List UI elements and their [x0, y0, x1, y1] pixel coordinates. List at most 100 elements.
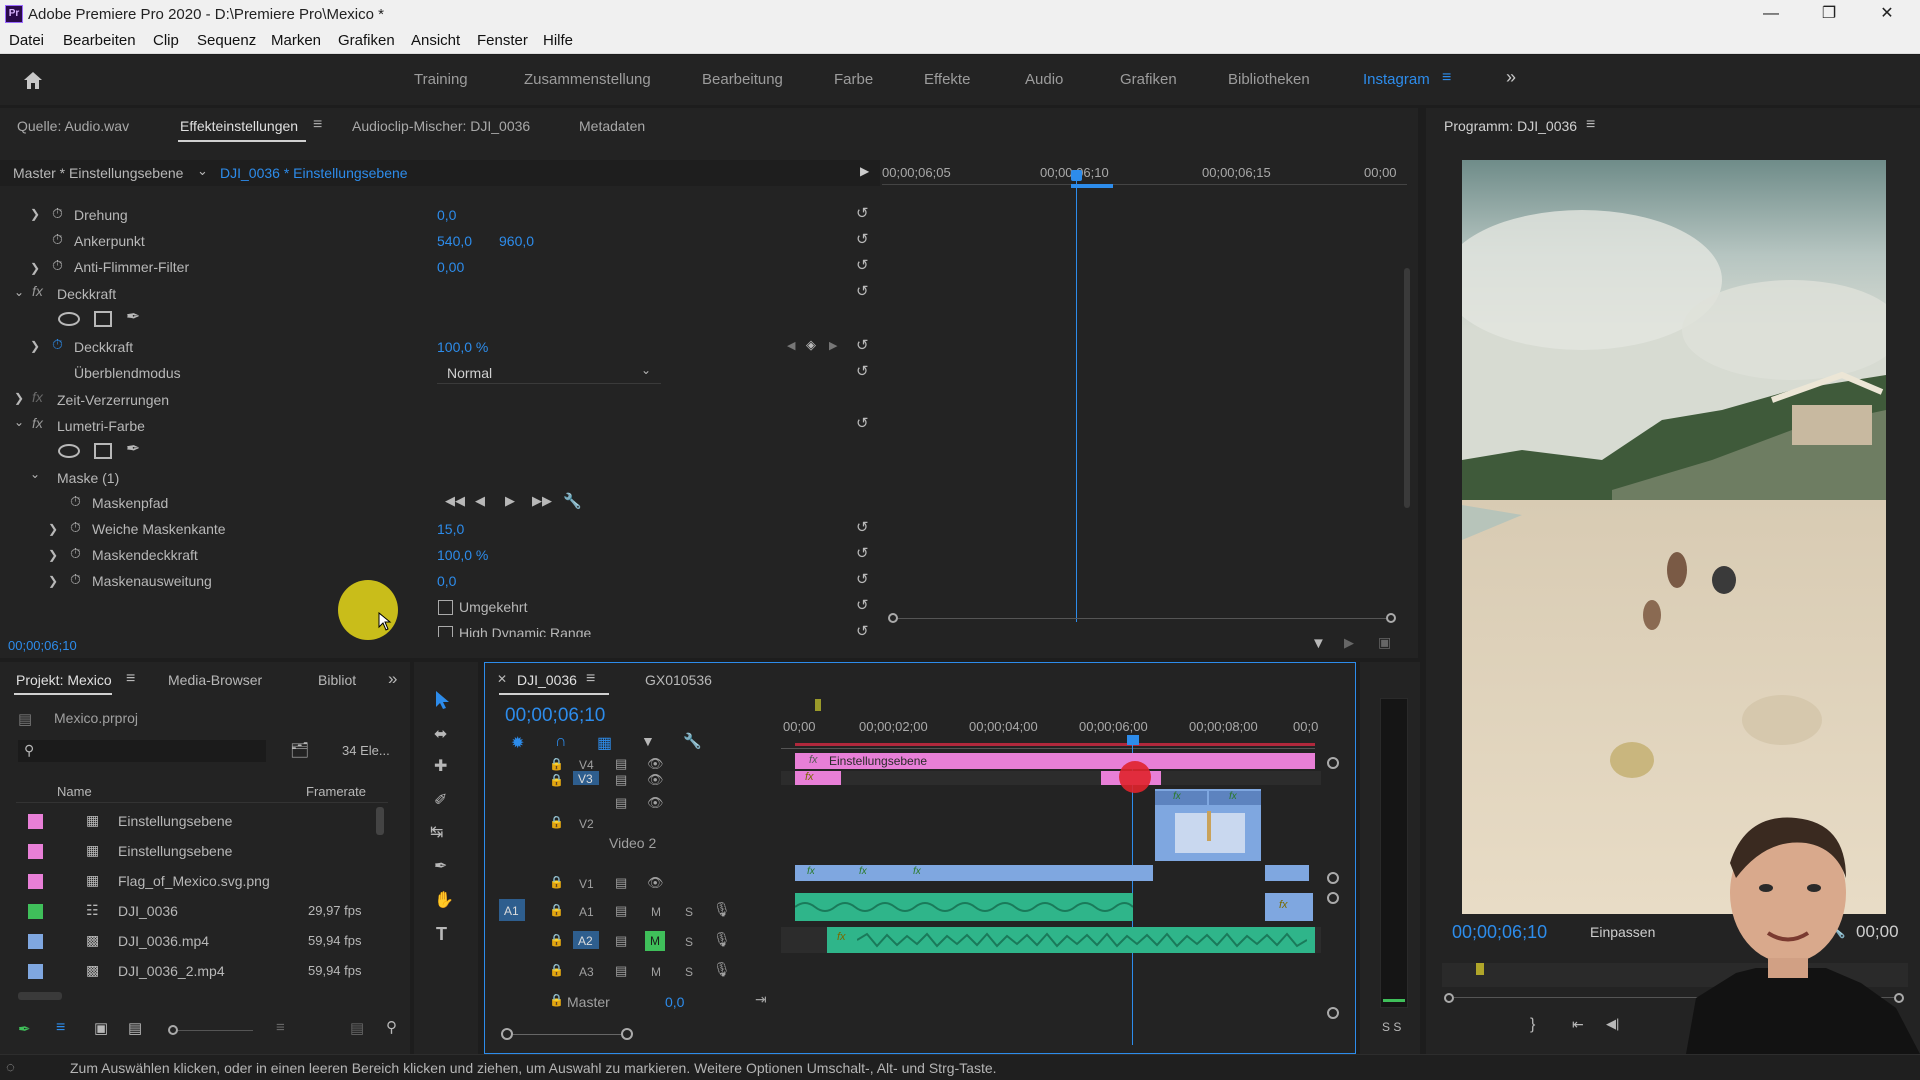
reset-icon[interactable]: ↺ — [856, 622, 869, 640]
timeline-zoom-right[interactable] — [621, 1028, 633, 1040]
track-forward-icon[interactable]: ▶ — [505, 493, 515, 509]
anti-flicker-value[interactable]: 0,00 — [437, 259, 464, 275]
mute-button[interactable]: M — [651, 965, 661, 979]
collapse-chevron-icon[interactable]: ⌄ — [14, 415, 24, 429]
rotation-value[interactable]: 0,0 — [437, 207, 456, 223]
mask-label[interactable]: Maske (1) — [57, 470, 119, 486]
hdr-checkbox[interactable] — [438, 626, 453, 637]
timeline-timecode[interactable]: 00;00;06;10 — [505, 705, 605, 727]
list-item[interactable]: ▩ DJI_0036_2.mp4 59,94 fps — [16, 956, 392, 986]
find-icon[interactable]: ⚲ — [386, 1018, 397, 1036]
tab-libraries[interactable]: Bibliot — [318, 672, 356, 688]
menu-marken[interactable]: Marken — [271, 32, 321, 49]
track-label-v2[interactable]: V2 — [579, 817, 594, 831]
tab-project[interactable]: Projekt: Mexico — [16, 672, 112, 688]
workspace-effekte[interactable]: Effekte — [924, 71, 970, 88]
track-name-video2[interactable]: Video 2 — [609, 835, 656, 851]
workspace-audio[interactable]: Audio — [1025, 71, 1063, 88]
zoom-fit-dropdown[interactable]: Einpassen — [1590, 924, 1655, 940]
v1-clip[interactable]: fx fx fx — [795, 865, 1153, 881]
a1-audio-clip[interactable] — [795, 893, 1133, 921]
sync-lock-icon[interactable]: ▤ — [615, 963, 627, 979]
menu-clip[interactable]: Clip — [153, 32, 179, 49]
pen-tool-icon[interactable]: ✒ — [434, 856, 447, 876]
effect-scrollbar[interactable] — [1404, 268, 1410, 508]
snap-magnet-icon[interactable]: ∩ — [555, 733, 567, 751]
workspace-farbe[interactable]: Farbe — [834, 71, 873, 88]
v2-clip[interactable]: fx fx — [1155, 789, 1261, 861]
workspace-training[interactable]: Training — [414, 71, 468, 88]
home-icon[interactable] — [22, 70, 44, 90]
expand-chevron-icon[interactable]: ❯ — [14, 391, 24, 405]
stopwatch-icon[interactable]: ⏱ — [70, 519, 81, 536]
track-forward-all-icon[interactable]: ▶▶ — [532, 493, 552, 509]
tab-media-browser[interactable]: Media-Browser — [168, 672, 262, 688]
go-to-end-icon[interactable]: ⇥ — [755, 991, 767, 1008]
play-only-icon[interactable]: ▶ — [860, 164, 869, 178]
menu-grafiken[interactable]: Grafiken — [338, 32, 395, 49]
lock-icon[interactable]: 🔒 — [549, 993, 564, 1007]
list-item[interactable]: ▦ Einstellungsebene — [16, 836, 392, 866]
workspace-instagram[interactable]: Instagram — [1363, 71, 1430, 88]
mask-feather-value[interactable]: 15,0 — [437, 521, 464, 537]
stopwatch-icon[interactable]: ⏱ — [70, 545, 81, 562]
track-label-a1[interactable]: A1 — [579, 905, 594, 919]
write-protect-icon[interactable]: ✒ — [18, 1020, 31, 1038]
razor-tool-icon[interactable]: ✐ — [434, 790, 447, 810]
anchor-y-value[interactable]: 960,0 — [499, 233, 534, 249]
effect-timecode[interactable]: 00;00;06;10 — [8, 638, 77, 653]
program-video-frame[interactable] — [1462, 160, 1886, 914]
nest-icon[interactable]: ✹ — [511, 733, 524, 753]
zoom-handle-left[interactable] — [888, 613, 898, 623]
sync-lock-icon[interactable]: ▤ — [615, 875, 627, 891]
reset-icon[interactable]: ↺ — [856, 570, 869, 588]
type-tool-icon[interactable]: T — [436, 924, 447, 945]
audio-scroll-top[interactable] — [1327, 892, 1339, 904]
list-view-icon[interactable]: ≡ — [56, 1019, 65, 1037]
close-tab-icon[interactable]: ✕ — [497, 672, 507, 686]
mask-opacity-value[interactable]: 100,0 % — [437, 547, 488, 563]
stopwatch-active-icon[interactable]: ⏱ — [52, 336, 63, 353]
more-tabs-icon[interactable]: » — [388, 669, 397, 689]
timeline-zoom-left[interactable] — [501, 1028, 513, 1040]
collapse-chevron-icon[interactable]: ⌄ — [14, 285, 24, 299]
expand-chevron-icon[interactable]: ❯ — [48, 522, 58, 536]
lock-icon[interactable]: 🔒 — [549, 815, 564, 829]
export-icon[interactable]: ▣ — [1378, 634, 1391, 651]
workspace-bibliotheken[interactable]: Bibliotheken — [1228, 71, 1310, 88]
eye-icon[interactable]: 👁 — [647, 756, 664, 772]
opacity-group-label[interactable]: Deckkraft — [57, 286, 116, 302]
menu-ansicht[interactable]: Ansicht — [411, 32, 460, 49]
rectangle-mask-icon[interactable] — [94, 443, 112, 459]
step-back-icon[interactable]: ◀| — [1606, 1016, 1619, 1032]
column-framerate[interactable]: Framerate — [306, 784, 366, 799]
stopwatch-icon[interactable]: ⏱ — [70, 493, 81, 510]
slip-tool-icon[interactable]: ↹ — [430, 822, 443, 842]
expand-chevron-icon[interactable]: ❯ — [30, 339, 40, 353]
reset-icon[interactable]: ↺ — [856, 230, 869, 248]
microphone-icon[interactable]: 🎙 — [713, 901, 731, 918]
new-bin-icon[interactable]: 🗂 — [290, 741, 309, 759]
workspace-zusammenstellung[interactable]: Zusammenstellung — [524, 71, 651, 88]
a2-audio-clip[interactable]: fx — [827, 927, 1315, 953]
expand-chevron-icon[interactable]: ❯ — [48, 574, 58, 588]
microphone-icon[interactable]: 🎙 — [713, 961, 731, 978]
mute-button[interactable]: M — [651, 905, 661, 919]
track-area[interactable]: fx Einstellungsebene fx fx fx fx fx fx f… — [781, 751, 1321, 1011]
workspace-menu-icon[interactable]: ≡ — [1442, 69, 1451, 87]
microphone-icon[interactable]: 🎙 — [713, 931, 731, 948]
zoom-handle-left[interactable] — [1444, 993, 1454, 1003]
eye-icon[interactable]: 👁 — [647, 795, 664, 811]
master-volume-value[interactable]: 0,0 — [665, 994, 684, 1010]
workspace-grafiken[interactable]: Grafiken — [1120, 71, 1177, 88]
eye-icon[interactable]: 👁 — [647, 772, 664, 788]
video-scroll-top[interactable] — [1327, 757, 1339, 769]
filter-icon[interactable]: ▼ — [1311, 635, 1326, 652]
menu-bearbeiten[interactable]: Bearbeiten — [63, 32, 136, 49]
icon-view-icon[interactable]: ▣ — [94, 1019, 108, 1037]
reset-icon[interactable]: ↺ — [856, 544, 869, 562]
expand-chevron-icon[interactable]: ❯ — [30, 207, 40, 221]
panel-menu-icon[interactable]: ≡ — [1586, 116, 1595, 134]
list-scrollbar[interactable] — [376, 807, 384, 835]
lock-icon[interactable]: 🔒 — [549, 903, 564, 917]
